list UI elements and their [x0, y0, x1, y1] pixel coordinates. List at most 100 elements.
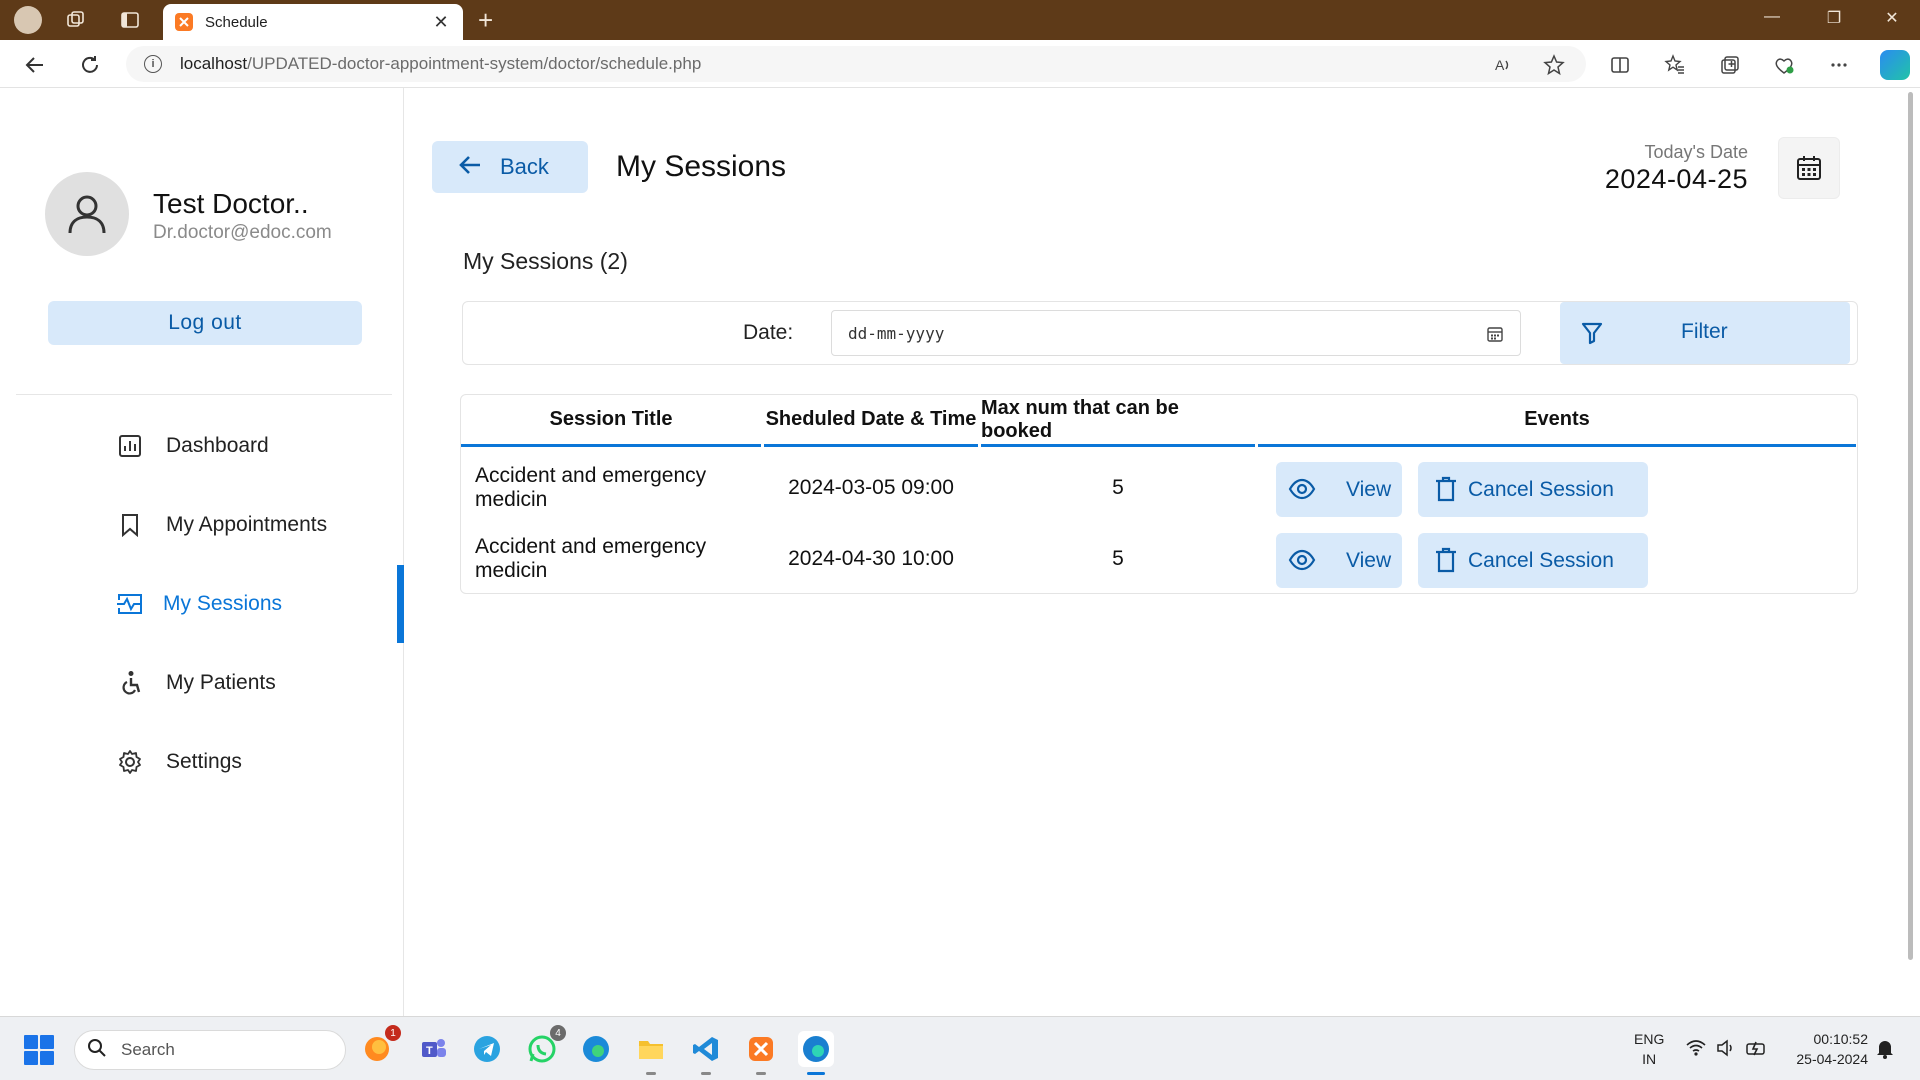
region-code: IN — [1642, 1051, 1657, 1067]
doctor-email: Dr.doctor@edoc.com — [153, 222, 332, 243]
patient-icon — [116, 669, 144, 697]
copilot-icon[interactable] — [1880, 50, 1910, 80]
browser-essentials-icon[interactable] — [1771, 52, 1797, 78]
battery-charging-icon[interactable] — [1746, 1039, 1768, 1062]
sidebar-divider — [16, 394, 392, 395]
url-field[interactable]: i localhost/UPDATED-doctor-appointment-s… — [126, 46, 1586, 82]
telegram-app-icon[interactable] — [469, 1031, 505, 1067]
input-language[interactable]: ENG IN — [1634, 1029, 1664, 1069]
file-explorer-app-icon[interactable] — [633, 1031, 669, 1075]
whatsapp-app-icon[interactable]: 4 — [524, 1025, 566, 1067]
url-path: /UPDATED-doctor-appointment-system/docto… — [247, 54, 702, 73]
notification-badge: 4 — [550, 1025, 566, 1041]
close-window-icon[interactable]: ✕ — [1872, 8, 1912, 28]
workspaces-icon[interactable] — [64, 8, 88, 32]
sessions-count: My Sessions (2) — [463, 248, 628, 274]
page-viewport: Test Doctor.. Dr.doctor@edoc.com Log out… — [4, 88, 1914, 1016]
sidebar-item-label: My Patients — [166, 671, 276, 694]
today-label: Today's Date — [1644, 142, 1749, 162]
vertical-scrollbar[interactable] — [1906, 88, 1914, 1016]
filter-funnel-icon — [1580, 321, 1604, 350]
browser-titlebar: Schedule ✕ + — ❐ ✕ — [0, 0, 1920, 40]
eye-icon — [1288, 478, 1316, 505]
edge-dev-app-icon[interactable] — [798, 1031, 834, 1075]
clock-date: 25-04-2024 — [1796, 1051, 1868, 1067]
favorites-icon[interactable] — [1662, 52, 1688, 78]
filter-bar: Date: dd-mm-yyyy Filter — [462, 301, 1858, 365]
calendar-icon[interactable] — [1778, 137, 1840, 199]
date-picker-icon[interactable] — [1486, 325, 1504, 343]
profile-avatar-icon[interactable] — [14, 6, 42, 34]
more-options-icon[interactable] — [1826, 52, 1852, 78]
sidebar-item-patients[interactable]: My Patients — [4, 652, 404, 714]
view-button[interactable]: View — [1276, 533, 1402, 588]
sidebar-item-appointments[interactable]: My Appointments — [4, 494, 404, 556]
refresh-icon[interactable] — [77, 52, 103, 78]
back-nav-icon[interactable] — [22, 52, 48, 78]
url-host: localhost — [180, 54, 248, 73]
sidebar-item-sessions[interactable]: My Sessions — [4, 565, 404, 643]
column-header: Sheduled Date & Time — [764, 395, 978, 447]
taskbar-search[interactable]: Search — [74, 1030, 346, 1070]
session-datetime-cell: 2024-03-05 09:00 — [788, 476, 954, 499]
sidebar-item-dashboard[interactable]: Dashboard — [4, 415, 404, 477]
tab-close-icon[interactable]: ✕ — [431, 12, 451, 33]
split-screen-icon[interactable] — [1607, 52, 1633, 78]
eye-icon — [1288, 549, 1316, 576]
firefox-app-icon[interactable]: 1 — [359, 1025, 401, 1067]
restore-icon[interactable]: ❐ — [1814, 8, 1854, 28]
edge-app-icon[interactable] — [578, 1031, 614, 1067]
tab-actions-icon[interactable] — [118, 8, 142, 32]
session-title-cell: Accident and emergency medicin — [475, 535, 707, 582]
trash-icon — [1435, 476, 1457, 507]
teams-app-icon[interactable]: T — [415, 1031, 451, 1067]
date-input[interactable]: dd-mm-yyyy — [831, 310, 1521, 356]
collections-icon[interactable] — [1717, 52, 1743, 78]
view-button[interactable]: View — [1276, 462, 1402, 517]
windows-taskbar: Search 1 T 4 ENG IN 00:10:52 25-04-2024 — [0, 1016, 1920, 1080]
cancel-session-button[interactable]: Cancel Session — [1418, 462, 1648, 517]
active-indicator — [397, 565, 404, 643]
session-max-cell: 5 — [1112, 547, 1124, 570]
system-clock[interactable]: 00:10:52 25-04-2024 — [1780, 1029, 1868, 1069]
system-tray[interactable] — [1686, 1039, 1768, 1062]
column-header: Max num that can be booked — [981, 395, 1255, 447]
sidebar-item-settings[interactable]: Settings — [4, 731, 404, 793]
scrollbar-thumb[interactable] — [1908, 92, 1913, 960]
clock-time: 00:10:52 — [1813, 1031, 1869, 1047]
column-header: Session Title — [461, 395, 761, 447]
search-label: Search — [121, 1040, 175, 1059]
logout-button[interactable]: Log out — [48, 301, 362, 345]
page-title: My Sessions — [616, 150, 787, 183]
back-label: Back — [500, 154, 549, 179]
address-bar: i localhost/UPDATED-doctor-appointment-s… — [0, 40, 1920, 88]
arrow-left-icon — [458, 154, 482, 181]
tab-schedule[interactable]: Schedule ✕ — [163, 4, 463, 40]
sidebar-item-label: My Sessions — [163, 592, 283, 615]
minimize-icon[interactable]: — — [1752, 8, 1792, 26]
sessions-table: Session Title Sheduled Date & Time Max n… — [460, 394, 1858, 594]
favorite-star-icon[interactable] — [1541, 52, 1567, 78]
language-code: ENG — [1634, 1031, 1665, 1047]
site-info-icon[interactable]: i — [144, 55, 162, 73]
column-header: Events — [1258, 395, 1856, 447]
cancel-session-button[interactable]: Cancel Session — [1418, 533, 1648, 588]
back-button[interactable]: Back — [432, 141, 588, 193]
sidebar-item-label: Dashboard — [166, 434, 269, 457]
windows-start-icon[interactable] — [24, 1035, 54, 1065]
view-label: View — [1346, 548, 1392, 572]
xampp-app-icon[interactable] — [743, 1031, 779, 1075]
cancel-label: Cancel Session — [1468, 477, 1614, 501]
wifi-icon[interactable] — [1686, 1039, 1706, 1062]
svg-text:T: T — [426, 1045, 433, 1057]
sidebar-item-label: Settings — [166, 750, 242, 773]
bookmark-icon — [116, 511, 144, 539]
volume-icon[interactable] — [1716, 1039, 1736, 1062]
new-tab-icon[interactable]: + — [478, 6, 493, 34]
main-content: Back My Sessions Today's Date 2024-04-25… — [404, 88, 1914, 1016]
notification-bell-icon[interactable] — [1876, 1039, 1894, 1064]
sidebar-item-label: My Appointments — [166, 513, 328, 536]
filter-button[interactable]: Filter — [1560, 302, 1850, 364]
read-aloud-icon[interactable]: A — [1490, 52, 1516, 78]
vscode-app-icon[interactable] — [688, 1031, 724, 1075]
